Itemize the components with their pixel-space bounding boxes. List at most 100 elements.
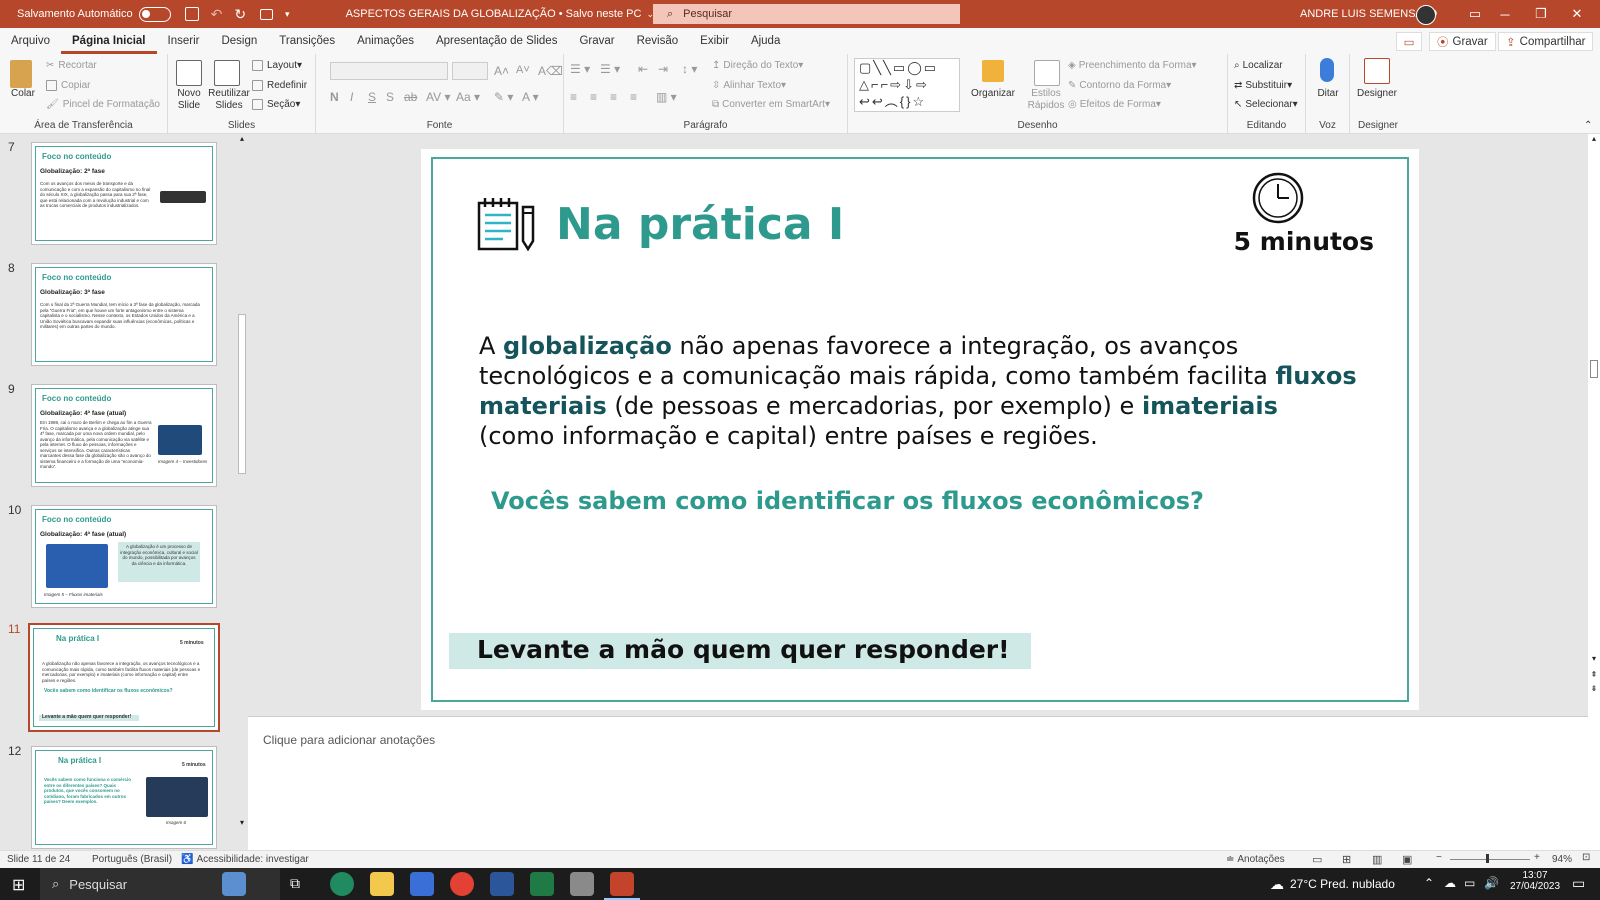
scroll-down-icon[interactable]: ▾ [236,818,248,830]
scroll-up-icon[interactable]: ▴ [1588,134,1600,143]
microphone-icon[interactable] [1320,58,1334,82]
tab-revisao[interactable]: Revisão [626,28,690,54]
slide-question[interactable]: Vocês sabem como identificar os fluxos e… [491,487,1204,515]
text-direction-button[interactable]: ↥ Direção do Texto ▾ [712,60,803,71]
zoom-slider-thumb[interactable] [1486,854,1489,863]
slide-thumbnail-12[interactable]: Na prática I 5 minutos Vocês sabem como … [31,746,217,849]
shape-outline-button[interactable]: ✎ Contorno da Forma ▾ [1068,80,1171,91]
document-title[interactable]: ASPECTOS GERAIS DA GLOBALIZAÇÃO • Salvo … [346,8,642,20]
shapes-gallery[interactable]: ▢╲╲▭◯▭ △⌐⌐⇨⇩⇨ ↩↩︵{}☆ [854,58,960,112]
notes-pane[interactable]: Clique para adicionar anotações [248,716,1588,850]
next-slide-icon[interactable]: ⇟ [1588,684,1600,693]
format-painter-button[interactable]: 🖌 Pincel de Formatação [46,99,160,110]
windows-start-icon[interactable]: ⊞ [12,875,25,895]
copy-button[interactable]: Copiar [46,80,90,91]
avatar[interactable] [1416,5,1436,25]
bold-icon[interactable]: N [330,90,339,104]
notes-placeholder[interactable]: Clique para adicionar anotações [263,733,435,747]
volume-icon[interactable]: 🔊 [1484,876,1499,890]
slide-thumbnail-9[interactable]: Foco no conteúdo Globalização: 4ª fase (… [31,384,217,487]
excel-icon[interactable] [530,872,554,896]
store-icon[interactable] [410,872,434,896]
slide-scrollbar[interactable]: ▴ ▾ ⇞ ⇟ [1588,134,1600,850]
search-highlight-icon[interactable] [222,872,246,896]
language[interactable]: Português (Brasil) [92,854,172,865]
collapse-ribbon-icon[interactable]: ⌃ [1584,120,1592,131]
paste-label[interactable]: Colar [8,88,38,100]
decrease-indent-icon[interactable]: ⇤ [638,62,648,76]
tab-animacoes[interactable]: Animações [346,28,425,54]
tab-design[interactable]: Design [210,28,268,54]
tab-apresentacao[interactable]: Apresentação de Slides [425,28,568,54]
tab-ajuda[interactable]: Ajuda [740,28,791,54]
slide-thumbnail-8[interactable]: Foco no conteúdo Globalização: 3ª fase C… [31,263,217,366]
numbering-icon[interactable]: ☰ ▾ [600,62,620,76]
slide-thumbnail-7[interactable]: Foco no conteúdo Globalização: 2ª fase C… [31,142,217,245]
edge-icon[interactable] [330,872,354,896]
clock[interactable]: 13:07 27/04/2023 [1510,870,1560,892]
save-icon[interactable] [184,7,199,21]
zoom-in-icon[interactable]: + [1534,852,1540,863]
font-size-select[interactable] [452,62,488,80]
slide-sorter-icon[interactable]: ⊞ [1342,853,1351,866]
file-explorer-icon[interactable] [370,872,394,896]
shrink-font-icon[interactable]: A˅ [516,64,530,76]
layout-button[interactable]: Layout ▾ [252,60,302,71]
align-center-icon[interactable]: ≡ [590,90,597,104]
weather-icon[interactable]: ☁ [1270,876,1284,893]
scroll-thumb[interactable] [1590,360,1598,378]
time-label[interactable]: 5 minutos [1234,227,1374,256]
bullets-icon[interactable]: ☰ ▾ [570,62,590,76]
underline-icon[interactable]: S [368,90,376,104]
smartart-button[interactable]: ⧉ Converter em SmartArt ▾ [712,99,830,110]
shape-fill-button[interactable]: ◈ Preenchimento da Forma ▾ [1068,60,1197,71]
grow-font-icon[interactable]: A˄ [494,64,509,78]
shape-effects-button[interactable]: ◎ Efeitos de Forma ▾ [1068,99,1161,110]
columns-icon[interactable]: ▥ ▾ [656,90,677,104]
previous-slide-icon[interactable]: ⇞ [1588,670,1600,679]
record-button[interactable]: ⦿ Gravar [1429,32,1496,51]
accessibility-status[interactable]: ♿ Acessibilidade: investigar [181,854,309,865]
onedrive-icon[interactable]: ☁ [1444,876,1456,890]
zoom-level[interactable]: 94% [1552,854,1572,865]
increase-indent-icon[interactable]: ⇥ [658,62,668,76]
slide-thumbnail-10[interactable]: Foco no conteúdo Globalização: 4ª fase (… [31,505,217,608]
new-slide-label[interactable]: Novo Slide [170,88,208,112]
slide-banner[interactable]: Levante a mão quem quer responder! [449,633,1031,669]
italic-icon[interactable]: I [350,90,353,104]
weather-text[interactable]: 27°C Pred. nublado [1290,877,1395,891]
reuse-slides-icon[interactable] [214,60,240,86]
share-button[interactable]: ⇪ Compartilhar [1498,32,1594,51]
section-button[interactable]: Seção ▾ [252,99,300,110]
tab-transicoes[interactable]: Transições [268,28,346,54]
clear-format-icon[interactable]: A⌫ [538,64,563,78]
highlight-icon[interactable]: ✎ ▾ [494,90,513,104]
powerpoint-icon[interactable] [610,872,634,896]
dictate-label[interactable]: Ditar [1310,88,1346,100]
align-right-icon[interactable]: ≡ [610,90,617,104]
normal-view-icon[interactable]: ▭ [1312,853,1322,866]
zoom-out-icon[interactable]: − [1436,852,1442,863]
zoom-slider[interactable] [1450,859,1530,860]
line-spacing-icon[interactable]: ↕ ▾ [682,62,697,76]
font-color-icon[interactable]: A ▾ [522,90,539,104]
find-button[interactable]: ⌕ Localizar [1234,60,1283,71]
present-icon[interactable] [260,8,274,20]
tab-inserir[interactable]: Inserir [157,28,211,54]
network-icon[interactable]: ▭ [1464,876,1475,890]
tab-exibir[interactable]: Exibir [689,28,740,54]
tab-pagina-inicial[interactable]: Página Inicial [61,28,157,54]
cut-button[interactable]: ✂ Recortar [46,60,97,71]
notes-toggle[interactable]: ≐ Anotações [1226,854,1285,865]
scroll-up-icon[interactable]: ▴ [236,134,248,146]
chrome-icon[interactable] [450,872,474,896]
quick-styles-icon[interactable] [1034,60,1060,86]
word-icon[interactable] [490,872,514,896]
spacing-icon[interactable]: AV ▾ [426,90,450,104]
paste-icon[interactable] [10,60,32,88]
slideshow-icon[interactable]: ▣ [1402,853,1412,866]
current-slide[interactable]: Na prática I 5 minutos A globalização nã… [421,149,1419,710]
slide-thumbnail-11[interactable]: Na prática I 5 minutos A globalização nã… [28,623,220,732]
arrange-label[interactable]: Organizar [968,88,1018,100]
tab-arquivo[interactable]: Arquivo [0,28,61,54]
